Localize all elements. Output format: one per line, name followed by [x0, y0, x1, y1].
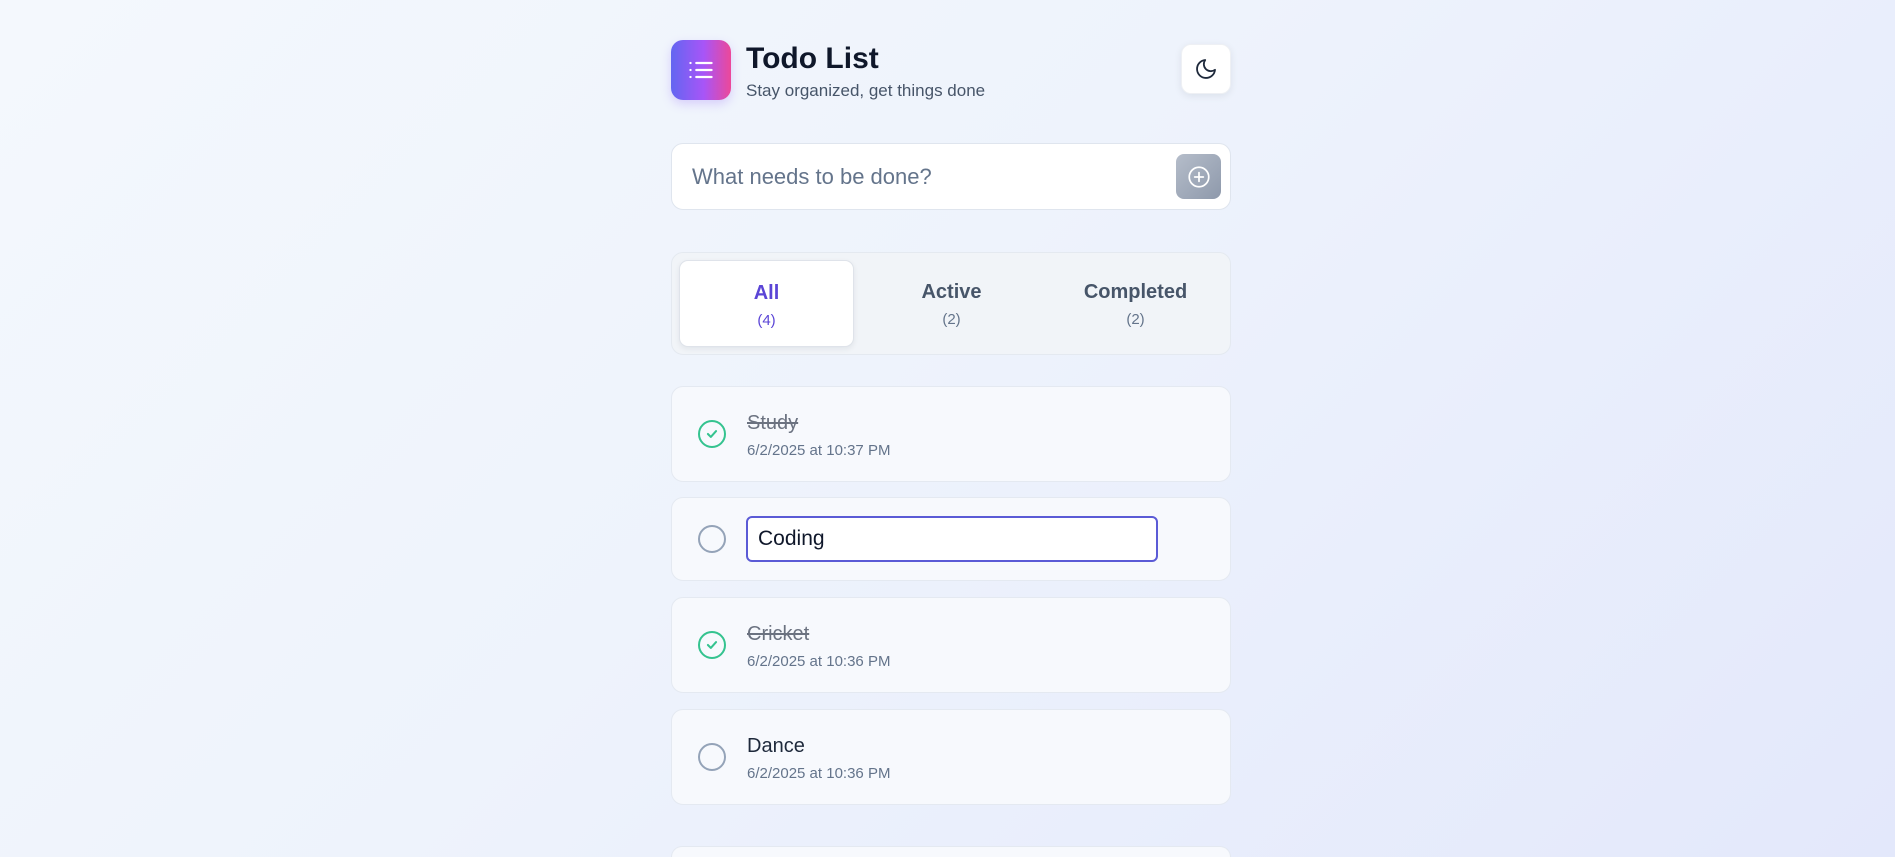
tab-all-label: All [753, 282, 780, 304]
tab-completed[interactable]: Completed (2) [1048, 260, 1223, 347]
todo-item[interactable]: Dance 6/2/2025 at 10:36 PM [671, 709, 1231, 805]
app-header: Todo List Stay organized, get things don… [671, 40, 1231, 100]
filter-tabs: All (4) Active (2) Completed (2) [671, 252, 1231, 355]
todo-text[interactable]: Cricket [747, 622, 809, 646]
add-todo-form [671, 143, 1231, 210]
tab-completed-label: Completed [1083, 281, 1188, 303]
page-subtitle: Stay organized, get things done [746, 81, 986, 100]
todo-text[interactable]: Study [747, 411, 798, 435]
todo-item[interactable] [671, 497, 1231, 581]
todo-date: 6/2/2025 at 10:37 PM [747, 442, 891, 459]
todo-date: 6/2/2025 at 10:36 PM [747, 653, 891, 670]
todo-item[interactable]: Study 6/2/2025 at 10:37 PM [671, 386, 1231, 482]
tab-active-label: Active [921, 281, 982, 303]
new-todo-input[interactable] [692, 158, 1152, 196]
todo-toggle-checkbox[interactable] [698, 743, 726, 771]
page-title: Todo List [746, 42, 879, 75]
todo-date: 6/2/2025 at 10:36 PM [747, 765, 891, 782]
tab-all[interactable]: All (4) [679, 260, 854, 347]
footer-card [671, 846, 1231, 857]
check-icon [706, 430, 718, 438]
theme-toggle-button[interactable] [1181, 44, 1231, 94]
app-logo [671, 40, 731, 100]
tab-active-count: (2) [942, 311, 961, 328]
todo-toggle-checkbox[interactable] [698, 420, 726, 448]
tab-active[interactable]: Active (2) [864, 260, 1039, 347]
list-icon [689, 61, 713, 79]
todo-edit-input[interactable] [746, 516, 1158, 562]
todo-text[interactable]: Dance [747, 734, 805, 758]
todo-toggle-checkbox[interactable] [698, 631, 726, 659]
add-todo-button[interactable] [1176, 154, 1221, 199]
check-icon [706, 641, 718, 649]
moon-icon [1196, 59, 1216, 79]
tab-completed-count: (2) [1126, 311, 1145, 328]
plus-circle-icon [1187, 165, 1210, 188]
tab-all-count: (4) [757, 312, 776, 329]
todo-item[interactable]: Cricket 6/2/2025 at 10:36 PM [671, 597, 1231, 693]
todo-toggle-checkbox[interactable] [698, 525, 726, 553]
